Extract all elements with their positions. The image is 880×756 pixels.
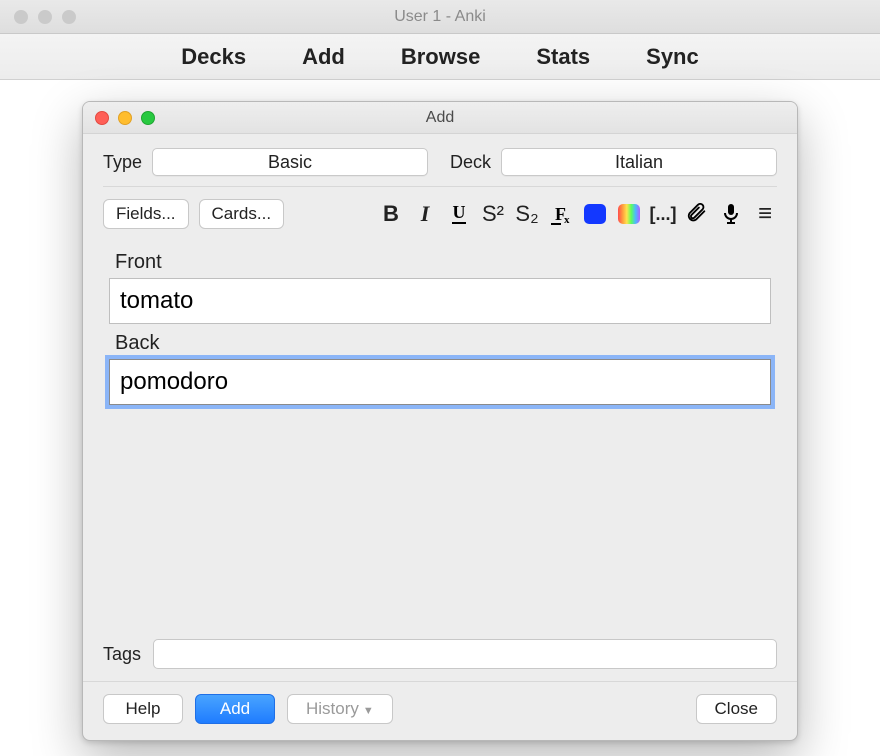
- superscript-icon[interactable]: S²: [481, 202, 505, 226]
- main-nav: Decks Add Browse Stats Sync: [0, 34, 880, 80]
- main-window-title: User 1 - Anki: [0, 8, 880, 26]
- type-label: Type: [103, 152, 142, 173]
- tags-row: Tags: [103, 639, 777, 681]
- italic-icon[interactable]: I: [413, 202, 437, 226]
- divider: [83, 681, 797, 682]
- more-options-icon[interactable]: ≡: [753, 202, 777, 226]
- back-field[interactable]: [109, 359, 771, 405]
- footer-row: Help Add History ▼ Close: [103, 694, 777, 724]
- underline-icon[interactable]: U: [447, 202, 471, 226]
- note-type-selector[interactable]: Basic: [152, 148, 428, 176]
- close-button[interactable]: Close: [696, 694, 777, 724]
- tags-label: Tags: [103, 644, 141, 665]
- nav-add[interactable]: Add: [302, 44, 345, 70]
- nav-sync[interactable]: Sync: [646, 44, 699, 70]
- fields-button[interactable]: Fields...: [103, 199, 189, 229]
- dialog-title: Add: [83, 109, 797, 127]
- cards-button[interactable]: Cards...: [199, 199, 285, 229]
- dialog-titlebar: Add: [83, 102, 797, 134]
- nav-decks[interactable]: Decks: [181, 44, 246, 70]
- help-button[interactable]: Help: [103, 694, 183, 724]
- front-label: Front: [115, 251, 771, 274]
- svg-text:x: x: [564, 214, 570, 225]
- type-deck-row: Type Basic Deck Italian: [103, 146, 777, 187]
- cloze-icon[interactable]: [...]: [651, 202, 675, 226]
- tools-row: Fields... Cards... B I U S² S₂ Fx [...]: [103, 187, 777, 235]
- main-window-titlebar: User 1 - Anki: [0, 0, 880, 34]
- clear-formatting-icon[interactable]: Fx: [549, 202, 573, 226]
- nav-browse[interactable]: Browse: [401, 44, 480, 70]
- add-dialog: Add Type Basic Deck Italian Fields... Ca…: [82, 101, 798, 741]
- deck-selector[interactable]: Italian: [501, 148, 777, 176]
- history-button-label: History: [306, 699, 359, 718]
- highlight-color-icon[interactable]: [617, 202, 641, 226]
- attach-icon[interactable]: [685, 202, 709, 226]
- deck-label: Deck: [450, 152, 491, 173]
- tags-input[interactable]: [153, 639, 777, 669]
- text-color-icon[interactable]: [583, 202, 607, 226]
- microphone-icon[interactable]: [719, 202, 743, 226]
- history-button[interactable]: History ▼: [287, 694, 393, 724]
- fields-area: Front Back: [103, 235, 777, 405]
- formatting-toolbar: B I U S² S₂ Fx [...] ≡: [379, 202, 777, 226]
- nav-stats[interactable]: Stats: [536, 44, 590, 70]
- add-button[interactable]: Add: [195, 694, 275, 724]
- chevron-down-icon: ▼: [363, 705, 374, 717]
- svg-text:U: U: [453, 203, 466, 222]
- back-label: Back: [115, 332, 771, 355]
- front-field[interactable]: [109, 278, 771, 324]
- subscript-icon[interactable]: S₂: [515, 202, 539, 226]
- bold-icon[interactable]: B: [379, 202, 403, 226]
